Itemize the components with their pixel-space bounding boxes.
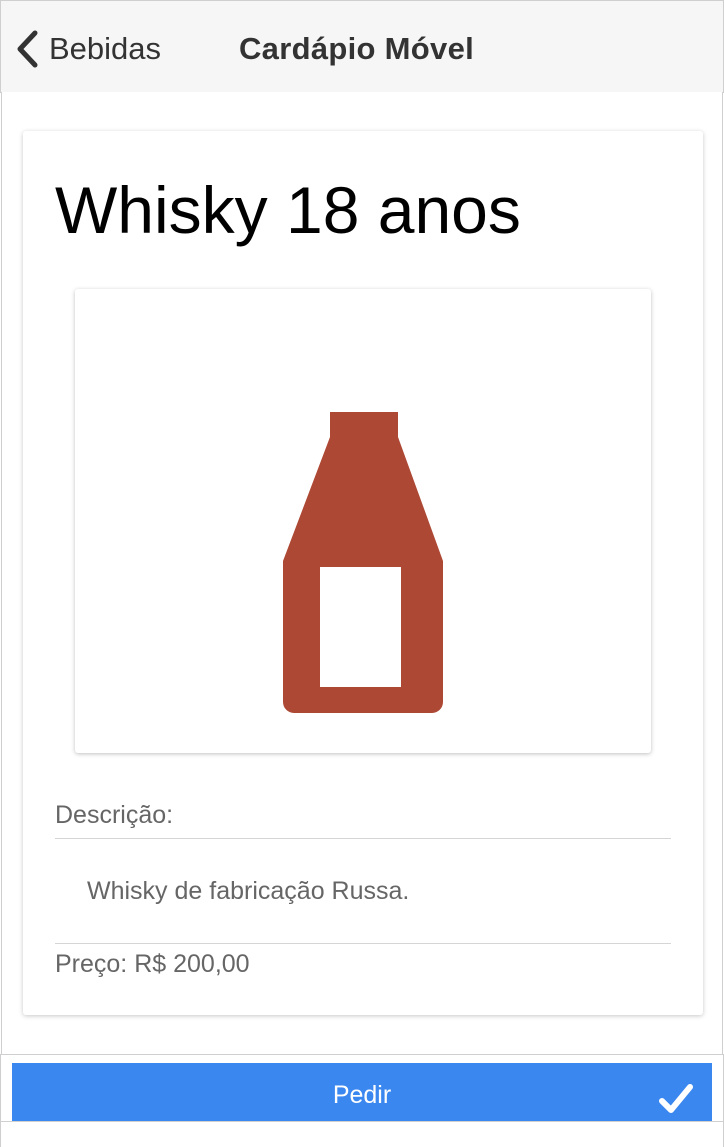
back-button[interactable]: Bebidas: [15, 25, 161, 73]
header-bar: Bebidas Cardápio Móvel: [0, 0, 724, 93]
order-button-label: Pedir: [332, 1081, 392, 1109]
footer-divider: [1, 1121, 723, 1122]
description-divider: [55, 838, 671, 839]
footer-bar: Pedir: [0, 1054, 724, 1147]
order-button[interactable]: Pedir: [12, 1063, 712, 1121]
price-text: Preço: R$ 200,00: [55, 950, 250, 978]
content-area: Whisky 18 anos Descrição: Whisky de fabr…: [1, 92, 723, 1054]
back-button-label: Bebidas: [49, 31, 162, 66]
price-divider: [55, 943, 671, 944]
check-icon: [658, 1076, 694, 1140]
product-name: Whisky 18 anos: [55, 173, 521, 247]
page-title: Cardápio Móvel: [239, 31, 475, 66]
description-text: Whisky de fabricação Russa.: [87, 877, 410, 905]
bottle-icon: [283, 409, 443, 719]
chevron-left-icon: [15, 29, 39, 69]
product-image: [75, 289, 651, 753]
description-label: Descrição:: [55, 801, 174, 829]
product-card: Whisky 18 anos Descrição: Whisky de fabr…: [23, 131, 703, 1015]
